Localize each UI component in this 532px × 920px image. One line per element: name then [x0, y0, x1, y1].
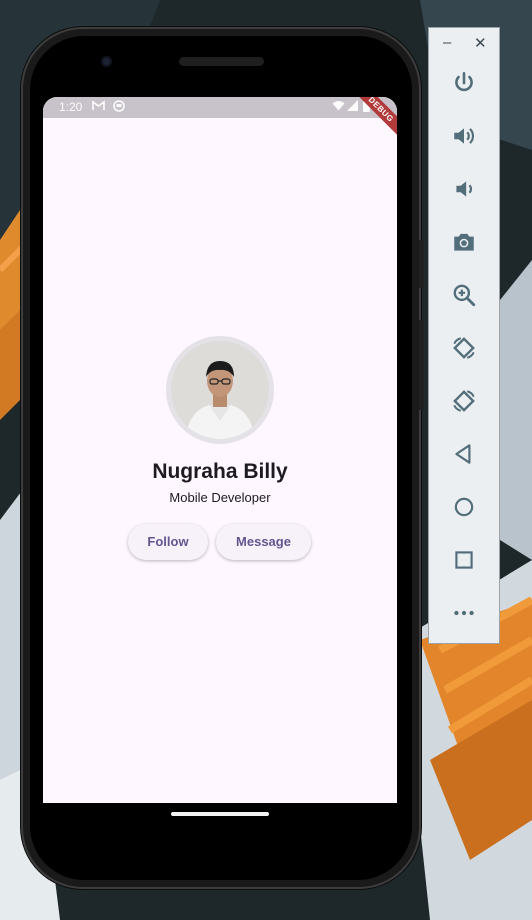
back-icon[interactable]	[447, 437, 481, 471]
power-icon[interactable]	[447, 66, 481, 100]
volume-up-icon[interactable]	[447, 119, 481, 153]
follow-button[interactable]: Follow	[128, 524, 208, 560]
more-icon[interactable]	[447, 596, 481, 630]
app-screen: 1:20 DEBUG Nugraha Billy Mobile Develope…	[43, 97, 397, 803]
cell-signal-icon	[347, 100, 358, 114]
rotate-right-icon[interactable]	[447, 384, 481, 418]
desktop-background: 1:20 DEBUG Nugraha Billy Mobile Develope…	[0, 0, 532, 920]
toolbar-titlebar: – ✕	[429, 28, 499, 62]
gmail-icon	[92, 100, 105, 114]
rotate-left-icon[interactable]	[447, 331, 481, 365]
overview-icon[interactable]	[447, 543, 481, 577]
volume-side-button	[419, 320, 424, 410]
profile-photo	[171, 341, 269, 439]
profile-name: Nugraha Billy	[152, 460, 288, 483]
android-notification-icon	[113, 100, 125, 115]
wifi-icon	[332, 100, 345, 114]
emulator-toolbar: – ✕	[428, 27, 500, 644]
home-gesture-pill[interactable]	[171, 812, 269, 816]
power-side-button	[419, 240, 424, 288]
zoom-icon[interactable]	[447, 278, 481, 312]
gesture-nav-bar	[43, 803, 397, 827]
close-button[interactable]: ✕	[474, 34, 487, 52]
debug-banner: DEBUG	[353, 97, 397, 137]
volume-down-icon[interactable]	[447, 172, 481, 206]
minimize-button[interactable]: –	[443, 34, 451, 51]
status-bar: 1:20 DEBUG	[43, 97, 397, 137]
avatar	[166, 336, 274, 444]
message-button[interactable]: Message	[216, 524, 311, 560]
status-time: 1:20	[59, 100, 83, 114]
earpiece-speaker	[179, 57, 264, 66]
profile-role: Mobile Developer	[169, 490, 271, 505]
front-camera	[101, 56, 112, 67]
camera-icon[interactable]	[447, 225, 481, 259]
home-icon[interactable]	[447, 490, 481, 524]
